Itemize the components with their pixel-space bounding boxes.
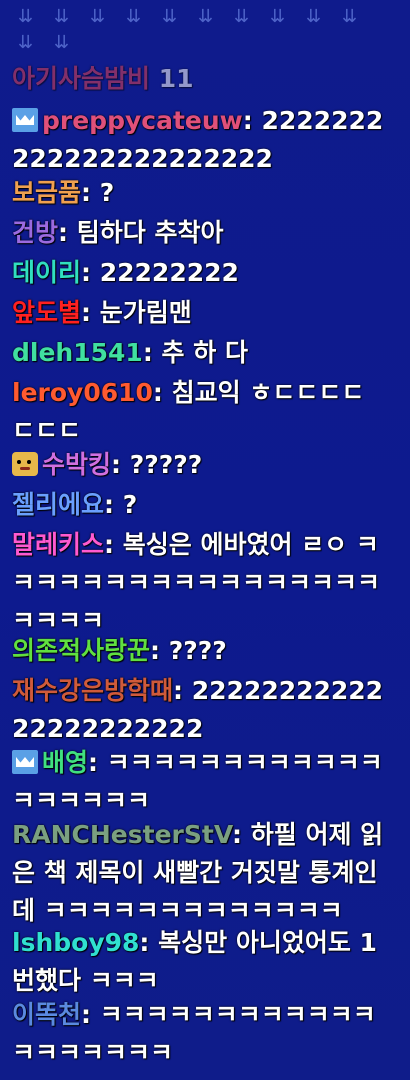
chat-username: 말레키스: [12, 530, 105, 559]
arrow-down-icon: ⇊: [342, 6, 358, 27]
chat-username: 데이리: [12, 258, 82, 287]
chat-username: 앞도별: [12, 298, 82, 327]
chat-username: dleh1541: [12, 338, 143, 367]
chat-message: 배영: ㅋㅋㅋㅋㅋㅋㅋㅋㅋㅋㅋㅋㅋㅋㅋㅋㅋㅋ: [12, 748, 383, 815]
chat-text: 팀하다 추착아: [76, 218, 224, 247]
crown-icon: [12, 750, 38, 774]
chat-username: RANCHesterStV: [12, 820, 233, 849]
arrow-down-icon: ⇊: [126, 6, 142, 27]
chat-message: dleh1541: 추 하 다: [12, 338, 248, 367]
chat-message: 젤리에요: ?: [12, 490, 138, 519]
chat-message: 의존적사랑꾼: ????: [12, 636, 227, 665]
chat-text: 눈가림맨: [99, 298, 192, 327]
chat-message: RANCHesterStV: 하필 어제 읽은 책 제목이 새빨간 거짓말 통계…: [12, 820, 384, 925]
chat-username: lshboy98: [12, 928, 140, 957]
chat-message: 수박킹: ?????: [12, 446, 396, 484]
chat-username: 아기사슴밤비: [12, 64, 151, 93]
arrow-down-icon: ⇊: [162, 6, 178, 27]
chat-username: 재수강은방학때: [12, 676, 174, 705]
arrow-down-icon: ⇊: [54, 6, 70, 27]
arrow-down-icon: ⇊: [198, 6, 214, 27]
chat-message: 말레키스: 복싱은 에바였어 ㄹㅇ ㅋㅋㅋㅋㅋㅋㅋㅋㅋㅋㅋㅋㅋㅋㅋㅋㅋㅋㅋㅋㅋ: [12, 530, 381, 635]
top-faded-icons: ⇊ ⇊ ⇊ ⇊ ⇊ ⇊ ⇊ ⇊ ⇊ ⇊ ⇊ ⇊: [14, 0, 394, 56]
chat-text: ?????: [129, 450, 203, 479]
arrow-down-icon: ⇊: [90, 6, 106, 27]
arrow-down-icon: ⇊: [306, 6, 322, 27]
arrow-down-icon: ⇊: [270, 6, 286, 27]
chat-text: 22222222: [99, 258, 239, 287]
chat-username: 건방: [12, 218, 59, 247]
chat-message: leroy0610: 침교익 ㅎㄷㄷㄷㄷ ㄷㄷㄷ: [12, 378, 365, 445]
crown-icon: [12, 108, 38, 132]
chat-username: 배영: [42, 748, 89, 777]
chat-message: preppycateuw: 2222222222222222222222: [12, 106, 384, 173]
arrow-down-icon: ⇊: [234, 6, 250, 27]
arrow-down-icon: ⇊: [18, 32, 34, 53]
arrow-down-icon: ⇊: [18, 6, 34, 27]
chat-message: 데이리: 22222222: [12, 258, 239, 287]
chat-message: 건방: 팀하다 추착아: [12, 218, 224, 247]
chat-username: 젤리에요: [12, 490, 105, 519]
face-icon: [12, 452, 38, 476]
chat-username: 보금품: [12, 178, 82, 207]
chat-message: 앞도별: 눈가림맨: [12, 298, 192, 327]
chat-message: 보금품: ?: [12, 178, 115, 207]
chat-username: 의존적사랑꾼: [12, 636, 151, 665]
chat-message: 재수강은방학때: 2222222222222222222222: [12, 676, 384, 743]
chat-message: 아기사슴밤비 11: [12, 60, 396, 98]
chat-username: 수박킹: [42, 450, 112, 479]
chat-username: 이똑천: [12, 1000, 82, 1029]
chat-text: 추 하 다: [161, 338, 248, 367]
arrow-down-icon: ⇊: [54, 32, 70, 53]
chat-text: ?: [99, 178, 115, 207]
chat-overlay: ⇊ ⇊ ⇊ ⇊ ⇊ ⇊ ⇊ ⇊ ⇊ ⇊ ⇊ ⇊ 아기사슴밤비 11 preppy…: [0, 0, 410, 1080]
chat-username: preppycateuw: [42, 106, 243, 135]
chat-message: lshboy98: 복싱만 아니었어도 1번했다 ㅋㅋㅋ: [12, 928, 377, 995]
chat-text: ????: [168, 636, 227, 665]
chat-username: leroy0610: [12, 378, 153, 407]
chat-text: ?: [122, 490, 138, 519]
chat-text: 11: [158, 64, 194, 93]
chat-message: 이똑천: ㅋㅋㅋㅋㅋㅋㅋㅋㅋㅋㅋㅋㅋㅋㅋㅋㅋㅋㅋ: [12, 1000, 376, 1067]
